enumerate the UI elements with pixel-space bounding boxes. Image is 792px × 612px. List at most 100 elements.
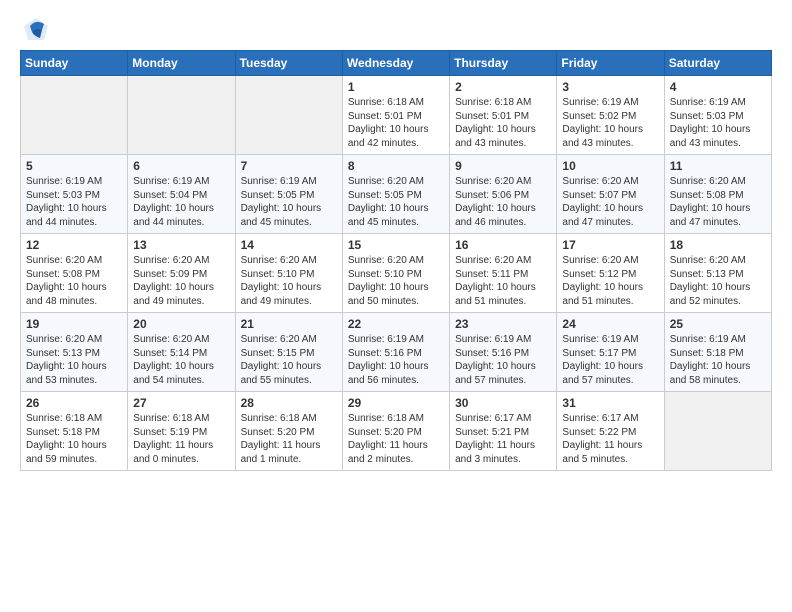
day-info: Sunrise: 6:19 AMSunset: 5:03 PMDaylight:… [26, 175, 122, 229]
calendar-cell [21, 76, 128, 155]
calendar-cell: 4Sunrise: 6:19 AMSunset: 5:03 PMDaylight… [664, 76, 771, 155]
day-info: Sunrise: 6:18 AMSunset: 5:18 PMDaylight:… [26, 412, 122, 466]
day-info: Sunrise: 6:19 AMSunset: 5:05 PMDaylight:… [241, 175, 337, 229]
day-info: Sunrise: 6:20 AMSunset: 5:06 PMDaylight:… [455, 175, 551, 229]
day-header-saturday: Saturday [664, 51, 771, 76]
calendar-cell: 19 Sunrise: 6:20 AMSunset: 5:13 PMDayligh… [21, 313, 128, 392]
day-number: 17 [562, 238, 658, 252]
day-number: 8 [348, 159, 444, 173]
day-info: Sunrise: 6:20 AMSunset: 5:10 PMDaylight:… [348, 254, 444, 308]
calendar-cell: 5Sunrise: 6:19 AMSunset: 5:03 PMDaylight… [21, 155, 128, 234]
calendar-cell: 17 Sunrise: 6:20 AMSunset: 5:12 PMDayligh… [557, 234, 664, 313]
day-info: Sunrise: 6:19 AMSunset: 5:18 PMDaylight:… [670, 333, 766, 387]
calendar-cell: 28 Sunrise: 6:18 AMSunset: 5:20 PMDayligh… [235, 392, 342, 471]
day-header-wednesday: Wednesday [342, 51, 449, 76]
day-number: 25 [670, 317, 766, 331]
day-number: 13 [133, 238, 229, 252]
day-info: Sunrise: 6:18 AMSunset: 5:01 PMDaylight:… [348, 96, 444, 150]
day-info: Sunrise: 6:19 AMSunset: 5:04 PMDaylight:… [133, 175, 229, 229]
day-info: Sunrise: 6:19 AMSunset: 5:16 PMDaylight:… [348, 333, 444, 387]
calendar-cell [235, 76, 342, 155]
header-row: SundayMondayTuesdayWednesdayThursdayFrid… [21, 51, 772, 76]
day-number: 21 [241, 317, 337, 331]
day-info: Sunrise: 6:19 AMSunset: 5:17 PMDaylight:… [562, 333, 658, 387]
day-number: 24 [562, 317, 658, 331]
calendar-cell: 15 Sunrise: 6:20 AMSunset: 5:10 PMDayligh… [342, 234, 449, 313]
day-header-sunday: Sunday [21, 51, 128, 76]
calendar-cell: 30 Sunrise: 6:17 AMSunset: 5:21 PMDayligh… [450, 392, 557, 471]
calendar-cell: 12Sunrise: 6:20 AMSunset: 5:08 PMDayligh… [21, 234, 128, 313]
day-number: 22 [348, 317, 444, 331]
day-info: Sunrise: 6:20 AMSunset: 5:09 PMDaylight:… [133, 254, 229, 308]
day-number: 14 [241, 238, 337, 252]
day-info: Sunrise: 6:20 AMSunset: 5:08 PMDaylight:… [26, 254, 122, 308]
day-info: Sunrise: 6:19 AMSunset: 5:02 PMDaylight:… [562, 96, 658, 150]
calendar-cell: 1Sunrise: 6:18 AMSunset: 5:01 PMDaylight… [342, 76, 449, 155]
day-info: Sunrise: 6:20 AMSunset: 5:10 PMDaylight:… [241, 254, 337, 308]
day-info: Sunrise: 6:20 AMSunset: 5:11 PMDaylight:… [455, 254, 551, 308]
day-number: 29 [348, 396, 444, 410]
day-header-friday: Friday [557, 51, 664, 76]
day-info: Sunrise: 6:20 AMSunset: 5:07 PMDaylight:… [562, 175, 658, 229]
week-row-1: 1Sunrise: 6:18 AMSunset: 5:01 PMDaylight… [21, 76, 772, 155]
day-number: 2 [455, 80, 551, 94]
day-info: Sunrise: 6:17 AMSunset: 5:22 PMDaylight:… [562, 412, 658, 466]
day-number: 9 [455, 159, 551, 173]
calendar-cell: 24 Sunrise: 6:19 AMSunset: 5:17 PMDayligh… [557, 313, 664, 392]
day-info: Sunrise: 6:20 AMSunset: 5:14 PMDaylight:… [133, 333, 229, 387]
week-row-5: 26 Sunrise: 6:18 AMSunset: 5:18 PMDayligh… [21, 392, 772, 471]
day-number: 20 [133, 317, 229, 331]
calendar-cell: 7 Sunrise: 6:19 AMSunset: 5:05 PMDaylight… [235, 155, 342, 234]
day-info: Sunrise: 6:20 AMSunset: 5:13 PMDaylight:… [26, 333, 122, 387]
calendar-page: SundayMondayTuesdayWednesdayThursdayFrid… [0, 0, 792, 487]
day-info: Sunrise: 6:20 AMSunset: 5:12 PMDaylight:… [562, 254, 658, 308]
week-row-2: 5Sunrise: 6:19 AMSunset: 5:03 PMDaylight… [21, 155, 772, 234]
day-number: 7 [241, 159, 337, 173]
day-info: Sunrise: 6:20 AMSunset: 5:15 PMDaylight:… [241, 333, 337, 387]
week-row-3: 12Sunrise: 6:20 AMSunset: 5:08 PMDayligh… [21, 234, 772, 313]
calendar-cell: 27 Sunrise: 6:18 AMSunset: 5:19 PMDayligh… [128, 392, 235, 471]
day-info: Sunrise: 6:18 AMSunset: 5:20 PMDaylight:… [348, 412, 444, 466]
calendar-cell: 2 Sunrise: 6:18 AMSunset: 5:01 PMDaylight… [450, 76, 557, 155]
day-number: 16 [455, 238, 551, 252]
day-number: 19 [26, 317, 122, 331]
day-header-monday: Monday [128, 51, 235, 76]
day-number: 18 [670, 238, 766, 252]
day-info: Sunrise: 6:20 AMSunset: 5:13 PMDaylight:… [670, 254, 766, 308]
day-info: Sunrise: 6:19 AMSunset: 5:03 PMDaylight:… [670, 96, 766, 150]
day-number: 28 [241, 396, 337, 410]
day-number: 6 [133, 159, 229, 173]
day-number: 26 [26, 396, 122, 410]
day-info: Sunrise: 6:17 AMSunset: 5:21 PMDaylight:… [455, 412, 551, 466]
day-info: Sunrise: 6:19 AMSunset: 5:16 PMDaylight:… [455, 333, 551, 387]
day-header-tuesday: Tuesday [235, 51, 342, 76]
calendar-cell: 10 Sunrise: 6:20 AMSunset: 5:07 PMDayligh… [557, 155, 664, 234]
calendar-cell: 18 Sunrise: 6:20 AMSunset: 5:13 PMDayligh… [664, 234, 771, 313]
day-number: 3 [562, 80, 658, 94]
day-info: Sunrise: 6:18 AMSunset: 5:01 PMDaylight:… [455, 96, 551, 150]
calendar-cell: 16 Sunrise: 6:20 AMSunset: 5:11 PMDayligh… [450, 234, 557, 313]
day-number: 23 [455, 317, 551, 331]
day-number: 15 [348, 238, 444, 252]
day-info: Sunrise: 6:20 AMSunset: 5:05 PMDaylight:… [348, 175, 444, 229]
calendar-cell: 3 Sunrise: 6:19 AMSunset: 5:02 PMDaylight… [557, 76, 664, 155]
day-number: 10 [562, 159, 658, 173]
day-header-thursday: Thursday [450, 51, 557, 76]
day-info: Sunrise: 6:18 AMSunset: 5:19 PMDaylight:… [133, 412, 229, 466]
week-row-4: 19 Sunrise: 6:20 AMSunset: 5:13 PMDayligh… [21, 313, 772, 392]
day-info: Sunrise: 6:18 AMSunset: 5:20 PMDaylight:… [241, 412, 337, 466]
calendar-cell: 9 Sunrise: 6:20 AMSunset: 5:06 PMDaylight… [450, 155, 557, 234]
calendar-cell: 14 Sunrise: 6:20 AMSunset: 5:10 PMDayligh… [235, 234, 342, 313]
day-number: 31 [562, 396, 658, 410]
calendar-cell [664, 392, 771, 471]
calendar-cell: 23 Sunrise: 6:19 AMSunset: 5:16 PMDayligh… [450, 313, 557, 392]
calendar-cell: 21 Sunrise: 6:20 AMSunset: 5:15 PMDayligh… [235, 313, 342, 392]
calendar-cell: 22 Sunrise: 6:19 AMSunset: 5:16 PMDayligh… [342, 313, 449, 392]
day-number: 27 [133, 396, 229, 410]
calendar-cell: 8 Sunrise: 6:20 AMSunset: 5:05 PMDaylight… [342, 155, 449, 234]
day-number: 30 [455, 396, 551, 410]
calendar-cell: 6 Sunrise: 6:19 AMSunset: 5:04 PMDaylight… [128, 155, 235, 234]
calendar-cell [128, 76, 235, 155]
day-number: 11 [670, 159, 766, 173]
calendar-cell: 29 Sunrise: 6:18 AMSunset: 5:20 PMDayligh… [342, 392, 449, 471]
